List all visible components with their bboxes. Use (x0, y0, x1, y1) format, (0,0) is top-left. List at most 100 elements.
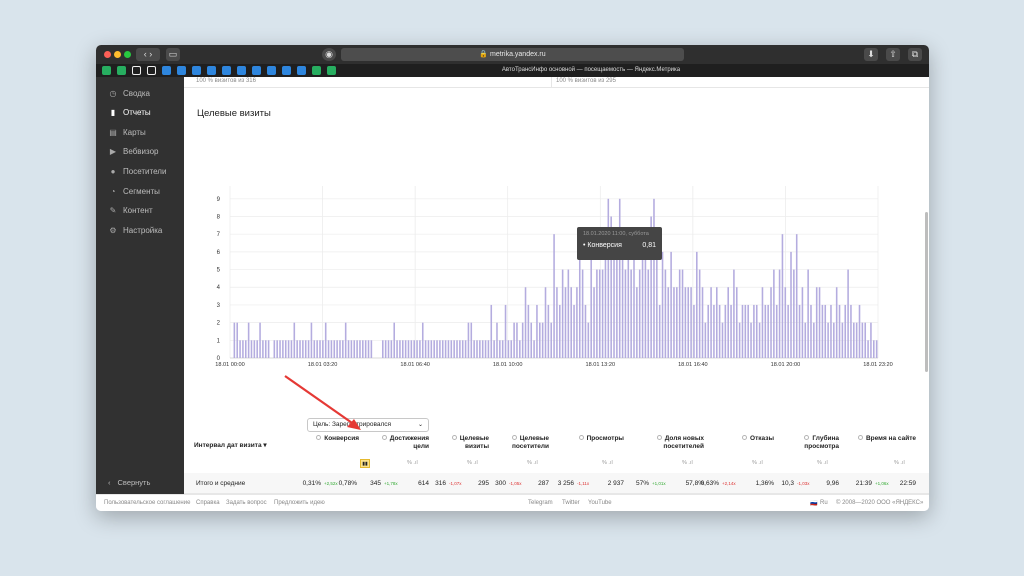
chart-bar[interactable] (627, 251, 630, 358)
bar-chart[interactable]: 012345678918.01 00:0019.01 00:0018.01 03… (184, 88, 929, 368)
chart-bar[interactable] (853, 322, 855, 358)
chart-bar[interactable] (244, 340, 247, 358)
bookmark-icon[interactable] (132, 66, 141, 75)
chart-bar[interactable] (867, 340, 869, 358)
chart-bar[interactable] (481, 340, 484, 358)
column-header-2[interactable]: Целевые визиты (427, 435, 489, 451)
chart-bar[interactable] (413, 340, 415, 358)
minimize-window-icon[interactable] (114, 51, 121, 58)
chart-bar[interactable] (873, 340, 875, 358)
chart-bar[interactable] (573, 304, 575, 358)
chart-bar[interactable] (767, 304, 769, 358)
chart-bar[interactable] (464, 340, 467, 358)
chart-bar[interactable] (362, 340, 364, 358)
chart-bar[interactable] (798, 304, 801, 358)
maximize-window-icon[interactable] (124, 51, 131, 58)
collapse-button[interactable]: ‹ Свернуть (96, 473, 184, 491)
chart-bar[interactable] (304, 340, 307, 358)
chart-bar[interactable] (787, 304, 789, 358)
chart-bar[interactable] (576, 287, 578, 358)
chart-bar[interactable] (838, 304, 841, 358)
chart-bar[interactable] (807, 269, 809, 358)
chart-bar[interactable] (684, 287, 687, 358)
chart-bar[interactable] (593, 287, 595, 358)
tabs-icon[interactable]: ⧉ (908, 48, 922, 61)
chart-bar[interactable] (336, 340, 338, 358)
chart-bar[interactable] (855, 322, 858, 358)
chart-bar[interactable] (267, 340, 270, 358)
chart-bar[interactable] (824, 304, 827, 358)
chart-bar[interactable] (598, 269, 601, 358)
chart-bar[interactable] (530, 322, 533, 358)
chart-bar[interactable] (618, 198, 621, 358)
chart-bar[interactable] (818, 287, 821, 358)
chart-bar[interactable] (273, 340, 276, 358)
bookmark-icon[interactable] (312, 66, 321, 75)
extension-icon[interactable]: ◉ (322, 48, 336, 61)
radio-icon[interactable] (381, 435, 387, 440)
chart-bar[interactable] (738, 322, 741, 358)
chart-bar[interactable] (544, 287, 547, 358)
column-header-8[interactable]: Время на сайте (854, 435, 916, 443)
chart-bar[interactable] (282, 340, 284, 358)
bookmark-icon[interactable] (327, 66, 336, 75)
chart-bar[interactable] (864, 322, 867, 358)
sidebar-toggle-icon[interactable]: ▭ (166, 48, 180, 61)
chart-bar[interactable] (319, 340, 321, 358)
chart-bar[interactable] (664, 269, 667, 358)
chart-bar[interactable] (781, 234, 784, 358)
chart-bar[interactable] (801, 287, 804, 358)
chart-bar[interactable] (604, 251, 607, 358)
chart-bar[interactable] (758, 322, 761, 358)
footer-link[interactable]: Пользовательское соглашение (104, 500, 190, 506)
chart-bar[interactable] (350, 340, 353, 358)
chart-bar[interactable] (539, 322, 541, 358)
chart-bar[interactable] (390, 340, 393, 358)
chart-bar[interactable] (313, 340, 316, 358)
chart-bar[interactable] (747, 304, 749, 358)
chart-bar[interactable] (487, 340, 490, 358)
chart-bar[interactable] (584, 304, 587, 358)
chart-bar[interactable] (647, 269, 650, 358)
chart-bar[interactable] (773, 269, 775, 358)
chart-bar[interactable] (253, 340, 256, 358)
chart-bar[interactable] (678, 269, 681, 358)
chart-bar[interactable] (327, 340, 330, 358)
chart-bar[interactable] (795, 234, 798, 358)
column-controls-icon[interactable]: % .ıl (527, 460, 538, 466)
column-controls-icon[interactable]: % .ıl (682, 460, 693, 466)
chart-bar[interactable] (693, 304, 695, 358)
bookmark-icon[interactable] (102, 66, 111, 75)
chart-bar[interactable] (875, 340, 878, 358)
chart-bar[interactable] (370, 340, 373, 358)
chart-bar[interactable] (324, 322, 327, 358)
chart-bar[interactable] (670, 251, 672, 358)
language-switch[interactable]: Ru (820, 500, 828, 506)
close-window-icon[interactable] (104, 51, 111, 58)
chart-bar[interactable] (607, 198, 610, 358)
bookmark-icon[interactable] (282, 66, 291, 75)
column-header-3[interactable]: Целевые посетители (487, 435, 549, 451)
chart-bar[interactable] (556, 287, 558, 358)
chart-bar[interactable] (293, 322, 296, 358)
bookmark-icon[interactable] (207, 66, 216, 75)
chart-bar[interactable] (661, 251, 664, 358)
chart-bar[interactable] (493, 340, 495, 358)
radio-icon[interactable] (578, 435, 584, 440)
chart-bar[interactable] (616, 251, 618, 358)
chart-bar[interactable] (804, 322, 807, 358)
chart-bar[interactable] (467, 322, 470, 358)
bookmark-icon[interactable] (147, 66, 156, 75)
chart-bar[interactable] (821, 304, 824, 358)
chart-bar[interactable] (316, 340, 318, 358)
chart-bar[interactable] (567, 269, 570, 358)
column-header-7[interactable]: Глубина просмотра (777, 435, 839, 451)
chart-bar[interactable] (256, 340, 258, 358)
chart-bar[interactable] (507, 340, 510, 358)
column-header-0[interactable]: Конверсия (297, 435, 359, 443)
chart-bar[interactable] (547, 304, 550, 358)
chart-bar[interactable] (310, 322, 313, 358)
chart-bar[interactable] (704, 322, 707, 358)
chart-bar[interactable] (387, 340, 390, 358)
chart-bar[interactable] (690, 287, 692, 358)
